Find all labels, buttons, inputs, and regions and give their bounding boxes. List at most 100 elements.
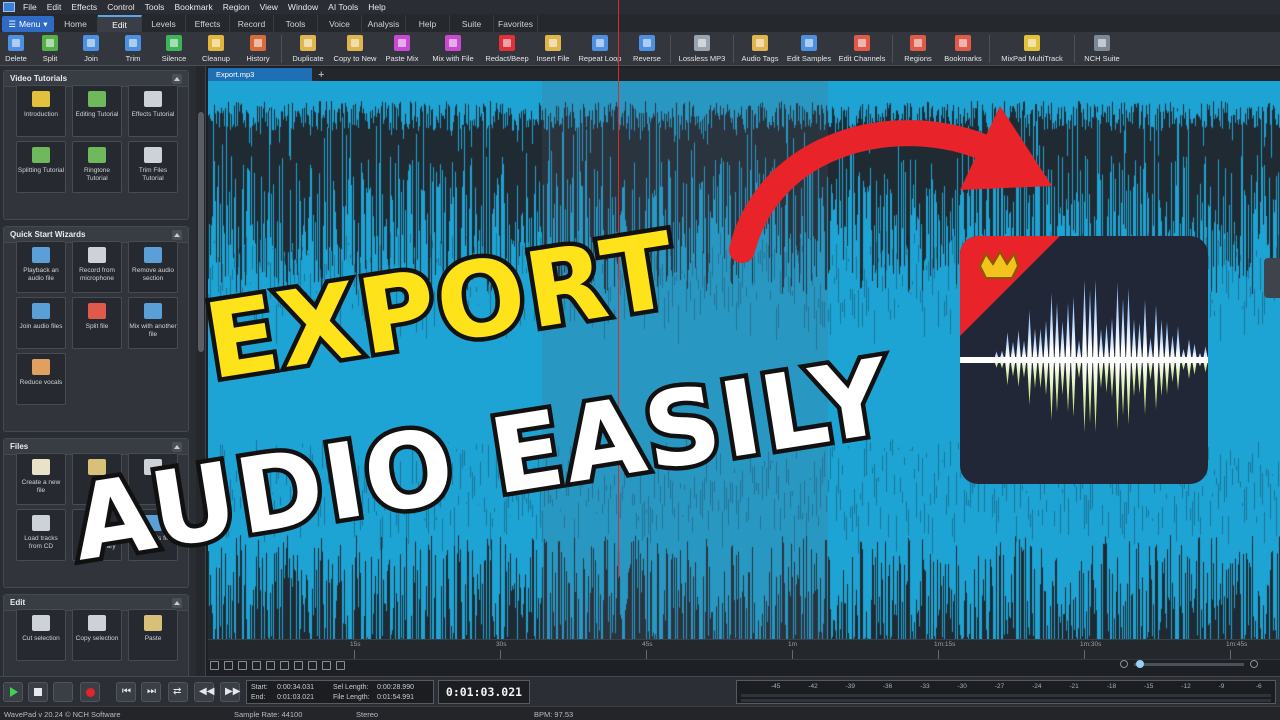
tile-remove-audio-section[interactable]: Remove audio section: [128, 241, 178, 293]
add-tab-icon[interactable]: +: [318, 69, 324, 81]
lossless-mp3-button[interactable]: Lossless MP3: [674, 32, 730, 66]
tab-levels[interactable]: Levels: [142, 15, 186, 32]
history-button[interactable]: History: [238, 32, 278, 66]
tile-file[interactable]: [128, 453, 178, 505]
stop-button[interactable]: [28, 682, 48, 702]
tile-cut-selection[interactable]: Cut selection: [16, 609, 66, 661]
reverse-button[interactable]: Reverse: [627, 32, 667, 66]
tile-trim-files-tutorial[interactable]: Trim Files Tutorial: [128, 141, 178, 193]
zoom-out-icon[interactable]: [1120, 660, 1128, 668]
align-icon[interactable]: [308, 661, 317, 670]
tab-analysis[interactable]: Analysis: [362, 15, 406, 32]
snap-icon[interactable]: [294, 661, 303, 670]
bookmarks-button[interactable]: Bookmarks: [940, 32, 986, 66]
tab-favorites[interactable]: Favorites: [494, 15, 538, 32]
left-panel-scrollbar[interactable]: [196, 66, 205, 676]
tile-splitting-tutorial[interactable]: Splitting Tutorial: [16, 141, 66, 193]
menu-item-ai-tools[interactable]: AI Tools: [323, 2, 363, 12]
tab-edit[interactable]: Edit: [98, 15, 142, 32]
tile-split-file[interactable]: Split file: [72, 297, 122, 349]
redact-beep-button[interactable]: Redact/Beep: [481, 32, 533, 66]
menu-item-bookmark[interactable]: Bookmark: [169, 2, 217, 12]
menu-item-edit[interactable]: Edit: [42, 2, 67, 12]
trim-button[interactable]: Trim: [112, 32, 154, 66]
menu-item-control[interactable]: Control: [102, 2, 139, 12]
collapse-icon[interactable]: [172, 597, 182, 608]
tile-paste[interactable]: Paste: [128, 609, 178, 661]
edit-channels-button[interactable]: Edit Channels: [835, 32, 889, 66]
mix-with-file-button[interactable]: Mix with File: [425, 32, 481, 66]
scrollbar-thumb[interactable]: [198, 112, 204, 352]
copy-to-new-button[interactable]: Copy to New: [331, 32, 379, 66]
tab-help[interactable]: Help: [406, 15, 450, 32]
zoom-slider-knob[interactable]: [1136, 659, 1144, 668]
menu-item-tools[interactable]: Tools: [140, 2, 170, 12]
tile-load-from-sound-library[interactable]: Load from sound library: [72, 509, 122, 561]
tab-home[interactable]: Home: [54, 15, 98, 32]
insert-file-button[interactable]: Insert File: [533, 32, 573, 66]
menu-item-help[interactable]: Help: [363, 2, 390, 12]
tab-suite[interactable]: Suite: [450, 15, 494, 32]
play-selection-button[interactable]: [53, 682, 73, 702]
rewind-button[interactable]: ◀◀: [194, 682, 214, 702]
tile-ringtone-tutorial[interactable]: Ringtone Tutorial: [72, 141, 122, 193]
selection-region[interactable]: [542, 81, 828, 639]
tile-copy-selection[interactable]: Copy selection: [72, 609, 122, 661]
trash-icon[interactable]: [1264, 258, 1280, 298]
skip-back-button[interactable]: ⏮: [116, 682, 136, 702]
tile-mix-with-another-file[interactable]: Mix with another file: [128, 297, 178, 349]
cleanup-button[interactable]: Cleanup: [194, 32, 238, 66]
timeline-ruler[interactable]: 15s 30s 45s 1m 1m:15s 1m:30s 1m:45s: [208, 639, 1280, 659]
paste-mix-button[interactable]: Paste Mix: [379, 32, 425, 66]
tile-effects-tutorial[interactable]: Effects Tutorial: [128, 85, 178, 137]
playhead[interactable]: [618, 0, 619, 578]
skip-forward-button[interactable]: ⏭: [141, 682, 161, 702]
menu-item-view[interactable]: View: [255, 2, 283, 12]
tab-tools[interactable]: Tools: [274, 15, 318, 32]
tile-record-from-microphone[interactable]: Record from microphone: [72, 241, 122, 293]
zoom-in-icon[interactable]: [1250, 660, 1258, 668]
nch-suite-button[interactable]: NCH Suite: [1078, 32, 1126, 66]
menu-button[interactable]: ☰ Menu ▾: [2, 16, 54, 32]
mixpad-multitrack-button[interactable]: MixPad MultiTrack: [993, 32, 1071, 66]
tab-record[interactable]: Record: [230, 15, 274, 32]
tile-save-this-file[interactable]: Save this file: [128, 509, 178, 561]
tile-editing-tutorial[interactable]: Editing Tutorial: [72, 85, 122, 137]
file-tab[interactable]: Export.mp3: [208, 68, 312, 81]
tile-join-audio-files[interactable]: Join audio files: [16, 297, 66, 349]
edit-samples-button[interactable]: Edit Samples: [783, 32, 835, 66]
menu-item-effects[interactable]: Effects: [66, 2, 102, 12]
menu-item-window[interactable]: Window: [283, 2, 323, 12]
tile-open-file[interactable]: [72, 453, 122, 505]
tile-playback-an-audio-file[interactable]: Playback an audio file: [16, 241, 66, 293]
tab-voice[interactable]: Voice: [318, 15, 362, 32]
marker-icon[interactable]: [266, 661, 275, 670]
collapse-icon[interactable]: [172, 441, 182, 452]
menu-item-file[interactable]: File: [18, 2, 42, 12]
join-button[interactable]: Join: [70, 32, 112, 66]
selection-tool-icon[interactable]: [252, 661, 261, 670]
tab-effects[interactable]: Effects: [186, 15, 230, 32]
scrub-icon[interactable]: [280, 661, 289, 670]
tile-introduction[interactable]: Introduction: [16, 85, 66, 137]
zoom-slider[interactable]: [1134, 659, 1244, 668]
pencil-icon[interactable]: [224, 661, 233, 670]
split-button[interactable]: Split: [30, 32, 70, 66]
loop-button[interactable]: ⇄: [168, 682, 188, 702]
collapse-icon[interactable]: [172, 73, 182, 84]
silence-button[interactable]: Silence: [154, 32, 194, 66]
fade-icon[interactable]: [336, 661, 345, 670]
zoom-icon[interactable]: [210, 661, 219, 670]
duplicate-button[interactable]: Duplicate: [285, 32, 331, 66]
tile-load-tracks-from-cd[interactable]: Load tracks from CD: [16, 509, 66, 561]
audio-tags-button[interactable]: Audio Tags: [737, 32, 783, 66]
tile-reduce-vocals[interactable]: Reduce vocals: [16, 353, 66, 405]
play-button[interactable]: [3, 682, 23, 702]
collapse-icon[interactable]: [172, 229, 182, 240]
normalize-icon[interactable]: [322, 661, 331, 670]
record-button[interactable]: [80, 682, 100, 702]
delete-button[interactable]: Delete: [2, 32, 30, 66]
fast-forward-button[interactable]: ▶▶: [220, 682, 240, 702]
regions-button[interactable]: Regions: [896, 32, 940, 66]
waveform-tool-icon[interactable]: [238, 661, 247, 670]
